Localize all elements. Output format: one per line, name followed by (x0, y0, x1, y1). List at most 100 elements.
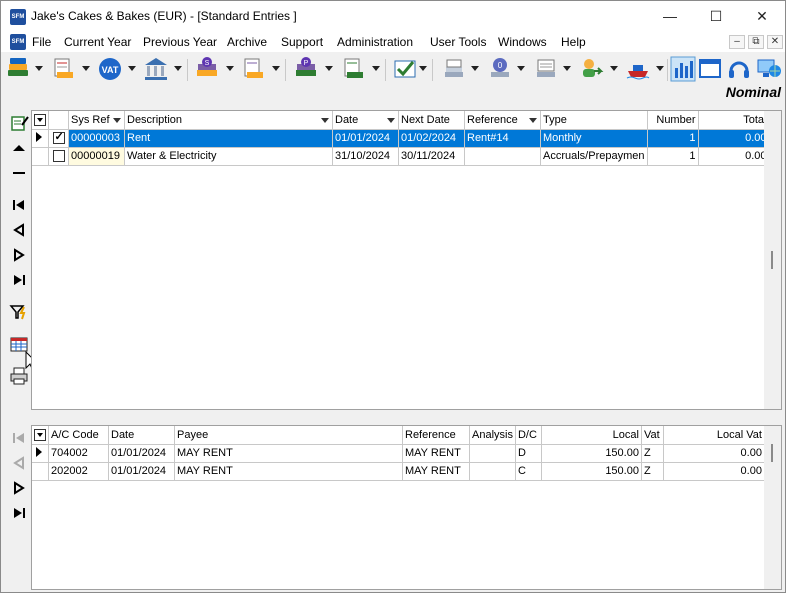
minimize-button[interactable]: — (647, 1, 693, 32)
menu-support[interactable]: Support (281, 35, 323, 49)
sales-invoices-dropdown-icon[interactable] (272, 66, 280, 71)
bottom-grid-scrollbar[interactable] (764, 426, 781, 589)
col-local[interactable]: Local (541, 426, 642, 445)
bank-icon[interactable] (143, 56, 169, 82)
previous-record-icon[interactable] (7, 219, 31, 241)
col-type[interactable]: Type (540, 111, 648, 130)
journal-stack-icon[interactable] (441, 56, 467, 82)
col-next-date[interactable]: Next Date (398, 111, 465, 130)
vat-dropdown-icon[interactable] (128, 66, 136, 71)
windows-icon[interactable] (697, 56, 723, 82)
list-dropdown-icon[interactable] (563, 66, 571, 71)
menu-administration[interactable]: Administration (337, 35, 413, 49)
col-total[interactable]: Total (698, 111, 770, 130)
menu-windows[interactable]: Windows (498, 35, 547, 49)
col-description[interactable]: Description (124, 111, 333, 130)
row-checkbox-cell[interactable] (48, 147, 69, 166)
mdi-minimize-button[interactable]: – (729, 35, 745, 49)
top-grid-scrollbar[interactable] (764, 111, 781, 409)
last-line-icon[interactable] (7, 502, 31, 524)
col-date[interactable]: Date (108, 426, 175, 445)
purchase-invoices-icon[interactable] (341, 56, 367, 82)
last-record-icon[interactable] (7, 269, 31, 291)
edit-entry-icon[interactable] (7, 112, 31, 134)
column-chooser-dropdown-icon[interactable] (34, 428, 46, 441)
vat-icon[interactable]: VAT (97, 56, 123, 82)
approve-dropdown-icon[interactable] (419, 66, 427, 71)
menu-previous-year[interactable]: Previous Year (143, 35, 217, 49)
column-chooser-button[interactable] (32, 426, 49, 445)
sales-dropdown-icon[interactable] (226, 66, 234, 71)
column-chooser-button[interactable] (32, 111, 49, 130)
bank-dropdown-icon[interactable] (174, 66, 182, 71)
col-dc[interactable]: D/C (515, 426, 542, 445)
journal-dropdown-icon[interactable] (471, 66, 479, 71)
menu-user-tools[interactable]: User Tools (430, 35, 486, 49)
toolbar-separator (187, 59, 188, 81)
list-stack-icon[interactable] (533, 56, 559, 82)
menu-archive[interactable]: Archive (227, 35, 267, 49)
maximize-button[interactable]: ☐ (693, 1, 739, 32)
next-record-icon[interactable] (7, 244, 31, 266)
stacked-books-icon[interactable] (5, 56, 31, 82)
ship-dropdown-icon[interactable] (656, 66, 664, 71)
col-sys-ref[interactable]: Sys Ref (68, 111, 125, 130)
ledger-books-icon[interactable] (51, 56, 77, 82)
ship-icon[interactable] (625, 56, 651, 82)
users-arrow-icon[interactable] (579, 56, 605, 82)
menu-current-year[interactable]: Current Year (64, 35, 131, 49)
menu-help[interactable]: Help (561, 35, 586, 49)
remove-minus-icon[interactable] (7, 162, 31, 184)
column-chooser-dropdown-icon[interactable] (34, 113, 46, 126)
sort-dropdown-icon[interactable] (113, 118, 121, 123)
purchase-ledger-icon[interactable]: P (293, 56, 319, 82)
sort-dropdown-icon[interactable] (387, 118, 395, 123)
filter-lightning-icon[interactable] (7, 301, 31, 323)
col-local-vat[interactable]: Local Vat (663, 426, 765, 445)
zero-dropdown-icon[interactable] (517, 66, 525, 71)
users-dropdown-icon[interactable] (610, 66, 618, 71)
row-checkbox-cell[interactable] (48, 129, 69, 148)
menu-file[interactable]: File (32, 35, 51, 49)
next-line-icon[interactable] (7, 477, 31, 499)
collapse-up-icon[interactable] (7, 137, 31, 159)
table-row[interactable]: 00000003 Rent 01/01/2024 01/02/2024 Rent… (32, 129, 770, 148)
app-logo-icon[interactable]: SFM (10, 9, 26, 25)
mdi-restore-button[interactable]: ⧉ (748, 35, 764, 49)
col-date[interactable]: Date (332, 111, 399, 130)
row-checkbox[interactable] (52, 150, 65, 163)
top-grid-scroll-thumb[interactable] (771, 251, 773, 269)
mdi-close-button[interactable]: ✕ (767, 35, 783, 49)
headset-support-icon[interactable] (726, 56, 752, 82)
row-checkbox[interactable] (52, 130, 65, 145)
col-analysis[interactable]: Analysis (469, 426, 516, 445)
bottom-grid-scroll-thumb[interactable] (771, 444, 773, 462)
col-vat[interactable]: Vat (641, 426, 664, 445)
col-reference[interactable]: Reference (402, 426, 470, 445)
globe-computer-icon[interactable] (756, 56, 782, 82)
zero-balance-icon[interactable]: 0 (487, 56, 513, 82)
sort-dropdown-icon[interactable] (529, 118, 537, 123)
cell-dc: D (515, 444, 542, 463)
books-dropdown-icon[interactable] (35, 66, 43, 71)
first-record-icon[interactable] (7, 194, 31, 216)
sort-dropdown-icon[interactable] (321, 118, 329, 123)
table-row[interactable]: 00000019 Water & Electricity 31/10/2024 … (32, 147, 770, 166)
approve-check-icon[interactable] (392, 56, 418, 82)
col-payee[interactable]: Payee (174, 426, 403, 445)
table-row[interactable]: 202002 01/01/2024 MAY RENT MAY RENT C 15… (32, 462, 765, 481)
purchase-invoices-dropdown-icon[interactable] (372, 66, 380, 71)
purchase-dropdown-icon[interactable] (325, 66, 333, 71)
col-number[interactable]: Number (647, 111, 699, 130)
document-logo-icon[interactable]: SFM (10, 34, 26, 50)
cell-number: 1 (647, 129, 699, 148)
col-ac-code[interactable]: A/C Code (48, 426, 109, 445)
printer-icon[interactable] (7, 365, 31, 387)
ledger-dropdown-icon[interactable] (82, 66, 90, 71)
col-reference[interactable]: Reference (464, 111, 541, 130)
sales-invoices-icon[interactable] (241, 56, 267, 82)
bar-chart-icon[interactable] (670, 56, 696, 82)
close-button[interactable]: ✕ (739, 1, 785, 32)
table-row[interactable]: 704002 01/01/2024 MAY RENT MAY RENT D 15… (32, 444, 765, 463)
sales-ledger-icon[interactable]: S (194, 56, 220, 82)
